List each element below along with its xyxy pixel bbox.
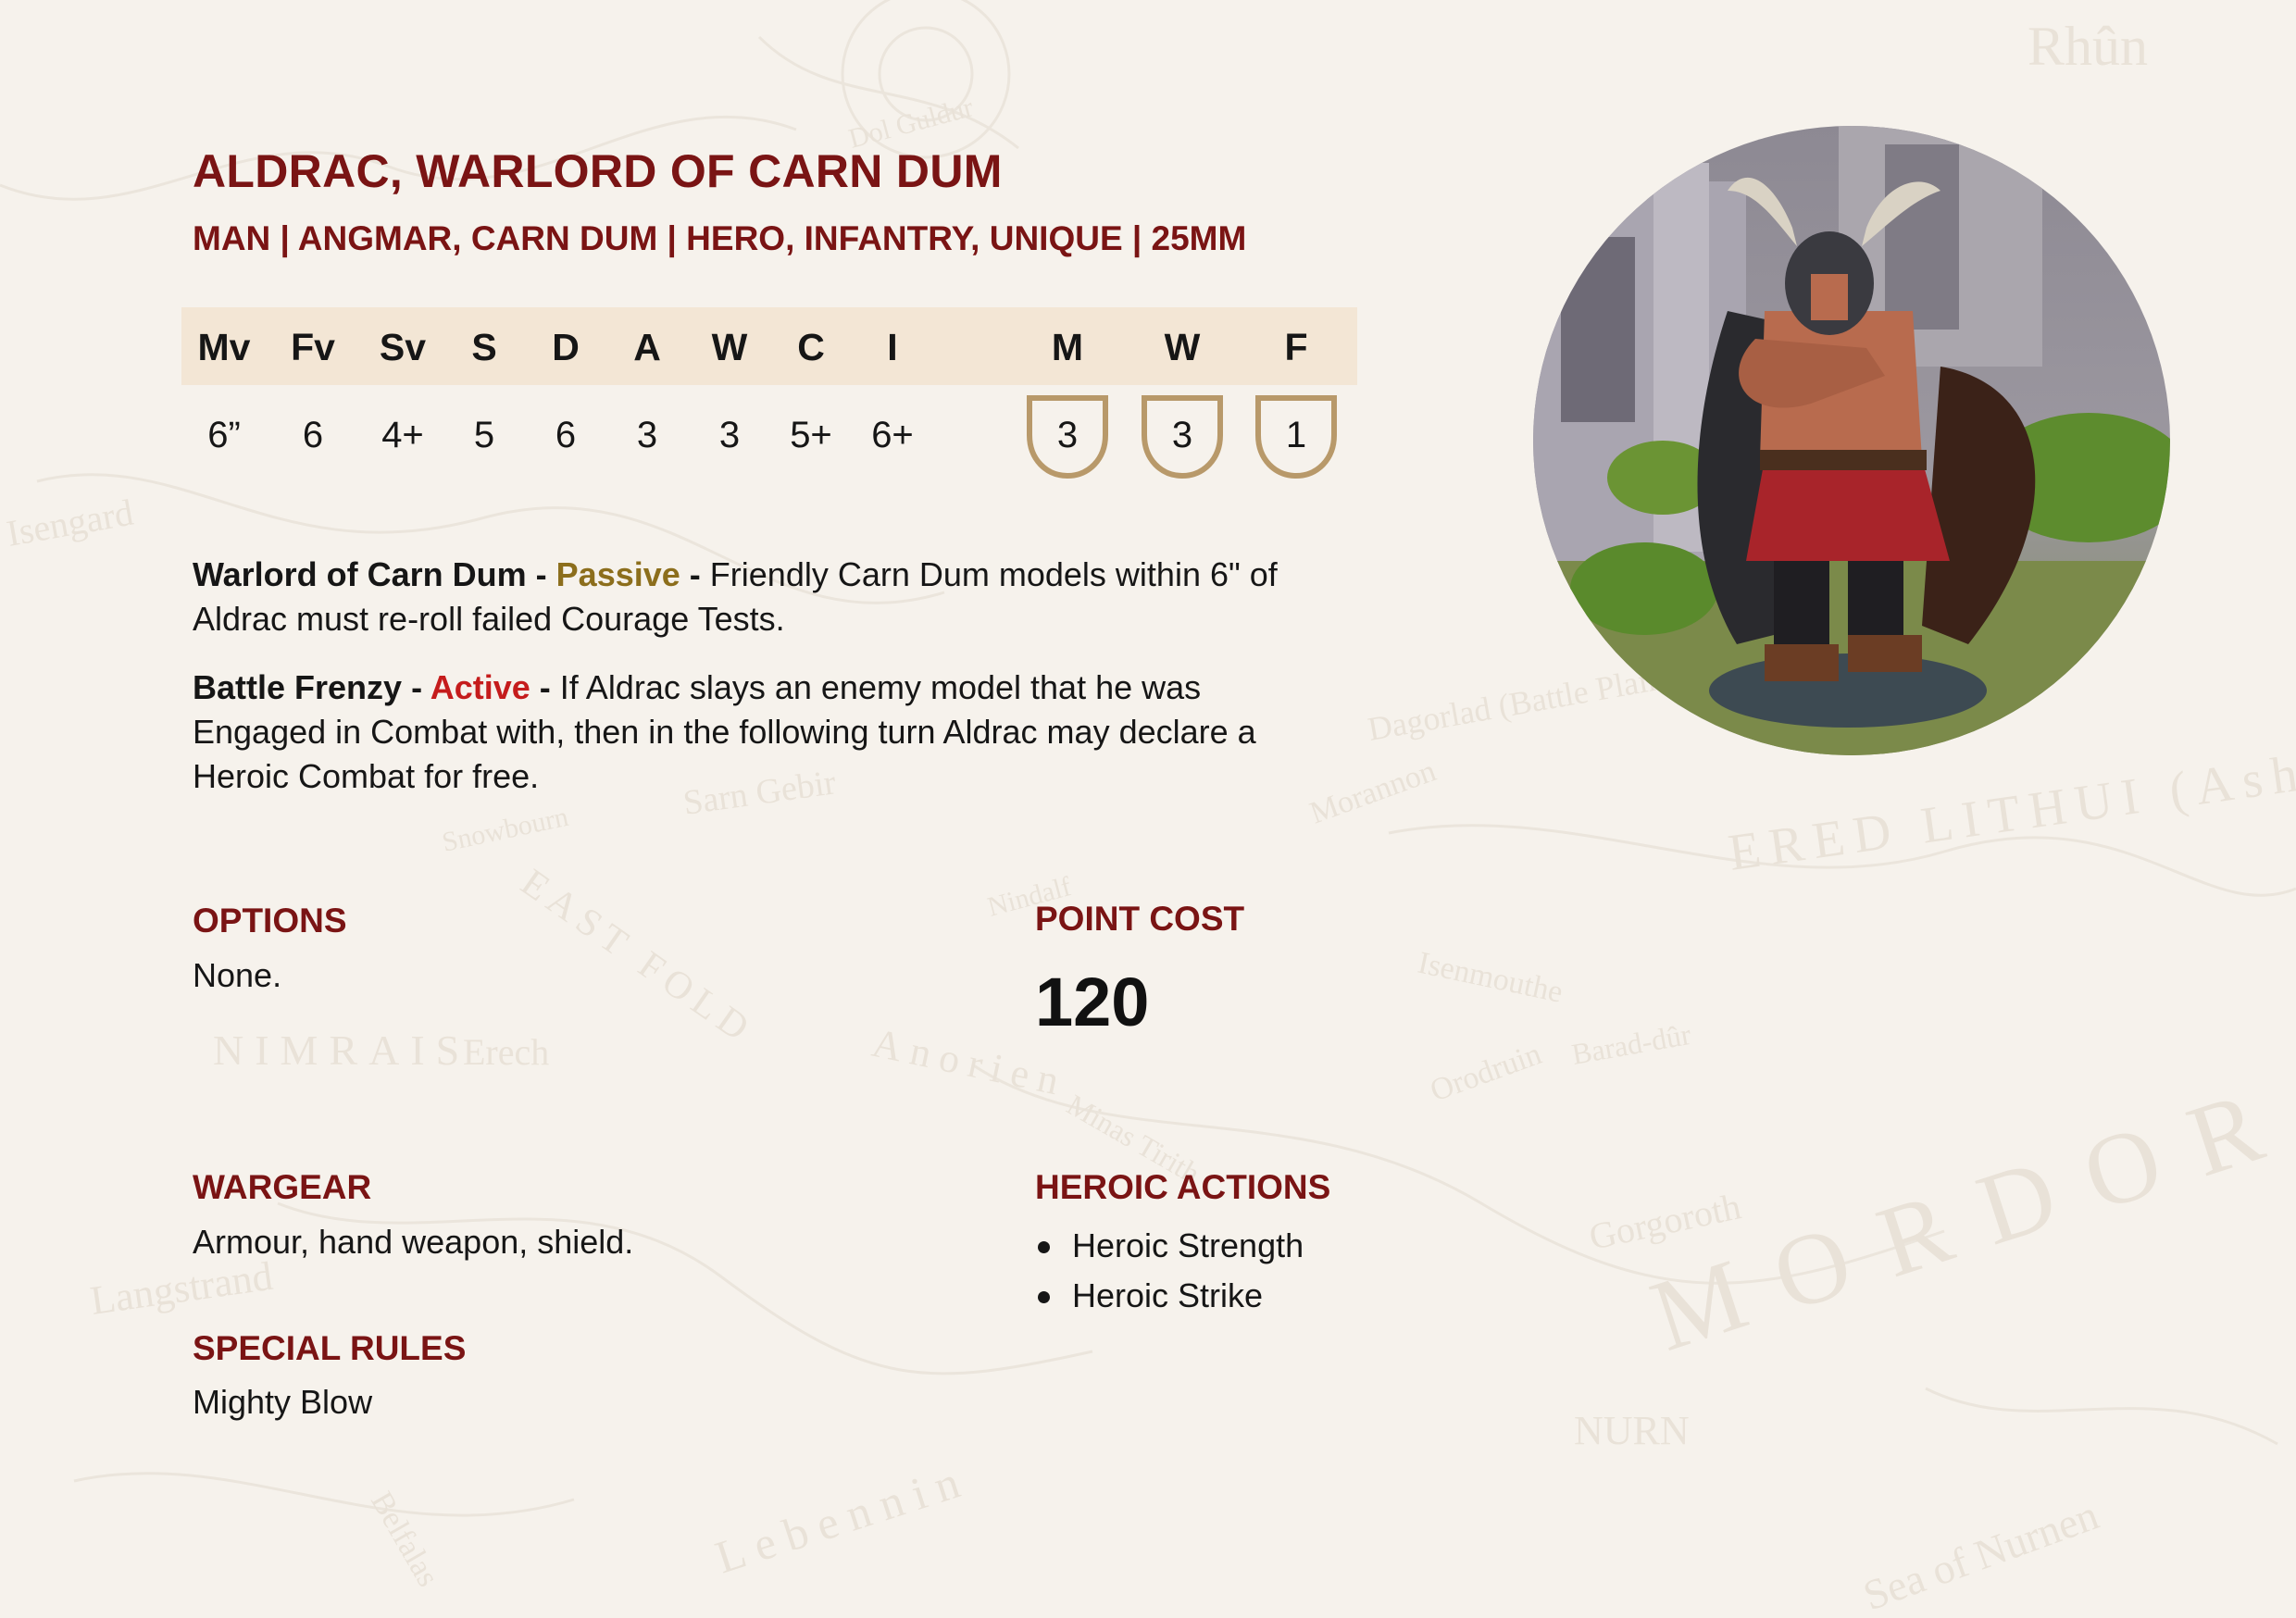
special-rules-title: SPECIAL RULES [193, 1329, 467, 1367]
heroic-actions-title: HEROIC ACTIONS [1035, 1168, 1331, 1206]
heroic-actions-list: Heroic Strength Heroic Strike [1035, 1221, 1304, 1321]
map-label: Snowbourn [440, 802, 571, 858]
stat-value-move: 6” [207, 415, 241, 455]
point-cost-value: 120 [1035, 964, 1150, 1040]
map-label: Belfalas [364, 1487, 445, 1593]
stat-label-move: Mv [197, 326, 251, 368]
stat-label-attacks: A [633, 326, 661, 368]
map-label: Rhûn [2028, 16, 2148, 77]
map-label: EAST FOLD [513, 862, 762, 1054]
map-label: Orodruin [1426, 1037, 1546, 1108]
might-shield: 3 [1024, 392, 1111, 481]
stat-label-fate: F [1284, 326, 1308, 368]
stat-value-attacks: 3 [636, 415, 658, 455]
stat-label-will: W [1164, 326, 1201, 368]
stat-value-shoot: 4+ [381, 415, 424, 455]
ability-name: Battle Frenzy [193, 668, 403, 706]
map-label: Erech [463, 1031, 549, 1073]
stat-value-might: 3 [1056, 415, 1079, 455]
list-item: Heroic Strike [1035, 1271, 1304, 1321]
stat-label-wounds: W [711, 326, 748, 368]
stat-value-defence: 6 [555, 415, 577, 455]
ability-name: Warlord of Carn Dum [193, 555, 527, 593]
stat-value-intelligence: 6+ [871, 415, 914, 455]
ability-type-passive: Passive [555, 555, 680, 593]
stat-value-strength: 5 [473, 415, 495, 455]
map-label: Isenmouthe [1415, 946, 1566, 1010]
ability-separator: - [526, 555, 556, 593]
map-label: MORDOR [1639, 1058, 2296, 1372]
stat-label-strength-value: Sv [379, 326, 427, 368]
map-label: NURN [1574, 1408, 1690, 1453]
stat-label-defence: D [552, 326, 580, 368]
ability-separator: - [530, 668, 560, 706]
options-title: OPTIONS [193, 902, 347, 940]
map-label: Isengard [4, 492, 136, 554]
map-label: Lebennin [709, 1452, 976, 1583]
profile-keywords: MAN | ANGMAR, CARN DUM | HERO, INFANTRY,… [193, 219, 1247, 257]
fate-shield: 1 [1253, 392, 1340, 481]
stat-label-might: M [1051, 326, 1084, 368]
stat-value-fate: 1 [1285, 415, 1307, 455]
ability-separator: - [402, 668, 430, 706]
profile-name: ALDRAC, WARLORD OF CARN DUM [193, 145, 1003, 197]
special-rules-text: Mighty Blow [193, 1383, 373, 1421]
stat-value-courage: 5+ [790, 415, 832, 455]
map-label: NIMRAIS [213, 1027, 470, 1074]
ability-battle-frenzy: Battle Frenzy - Active - If Aldrac slays… [193, 666, 1341, 799]
stat-label-strength: S [471, 326, 497, 368]
model-portrait [1533, 126, 2170, 755]
stat-label-intelligence: I [887, 326, 898, 368]
stat-value-will: 3 [1171, 415, 1193, 455]
will-shield: 3 [1139, 392, 1226, 481]
map-label: Sea of Nurnen [1857, 1491, 2104, 1618]
ability-warlord-of-carn-dum: Warlord of Carn Dum - Passive - Friendly… [193, 553, 1341, 641]
stat-label-courage: C [797, 326, 825, 368]
ability-type-active: Active [430, 668, 530, 706]
point-cost-title: POINT COST [1035, 900, 1245, 938]
map-label: Langstrand [88, 1253, 276, 1324]
stat-label-fight: Fv [291, 326, 335, 368]
stat-value-fight: 6 [302, 415, 324, 455]
map-label: Gorgoroth [1586, 1185, 1745, 1258]
list-item: Heroic Strength [1035, 1221, 1304, 1271]
map-label: Barad-dûr [1569, 1017, 1693, 1071]
stat-value-wounds: 3 [718, 415, 741, 455]
ability-separator: - [680, 555, 710, 593]
map-label: ERED LITHUI (Ash [1725, 744, 2296, 882]
options-text: None. [193, 956, 282, 994]
wargear-text: Armour, hand weapon, shield. [193, 1223, 634, 1261]
wargear-title: WARGEAR [193, 1168, 372, 1206]
